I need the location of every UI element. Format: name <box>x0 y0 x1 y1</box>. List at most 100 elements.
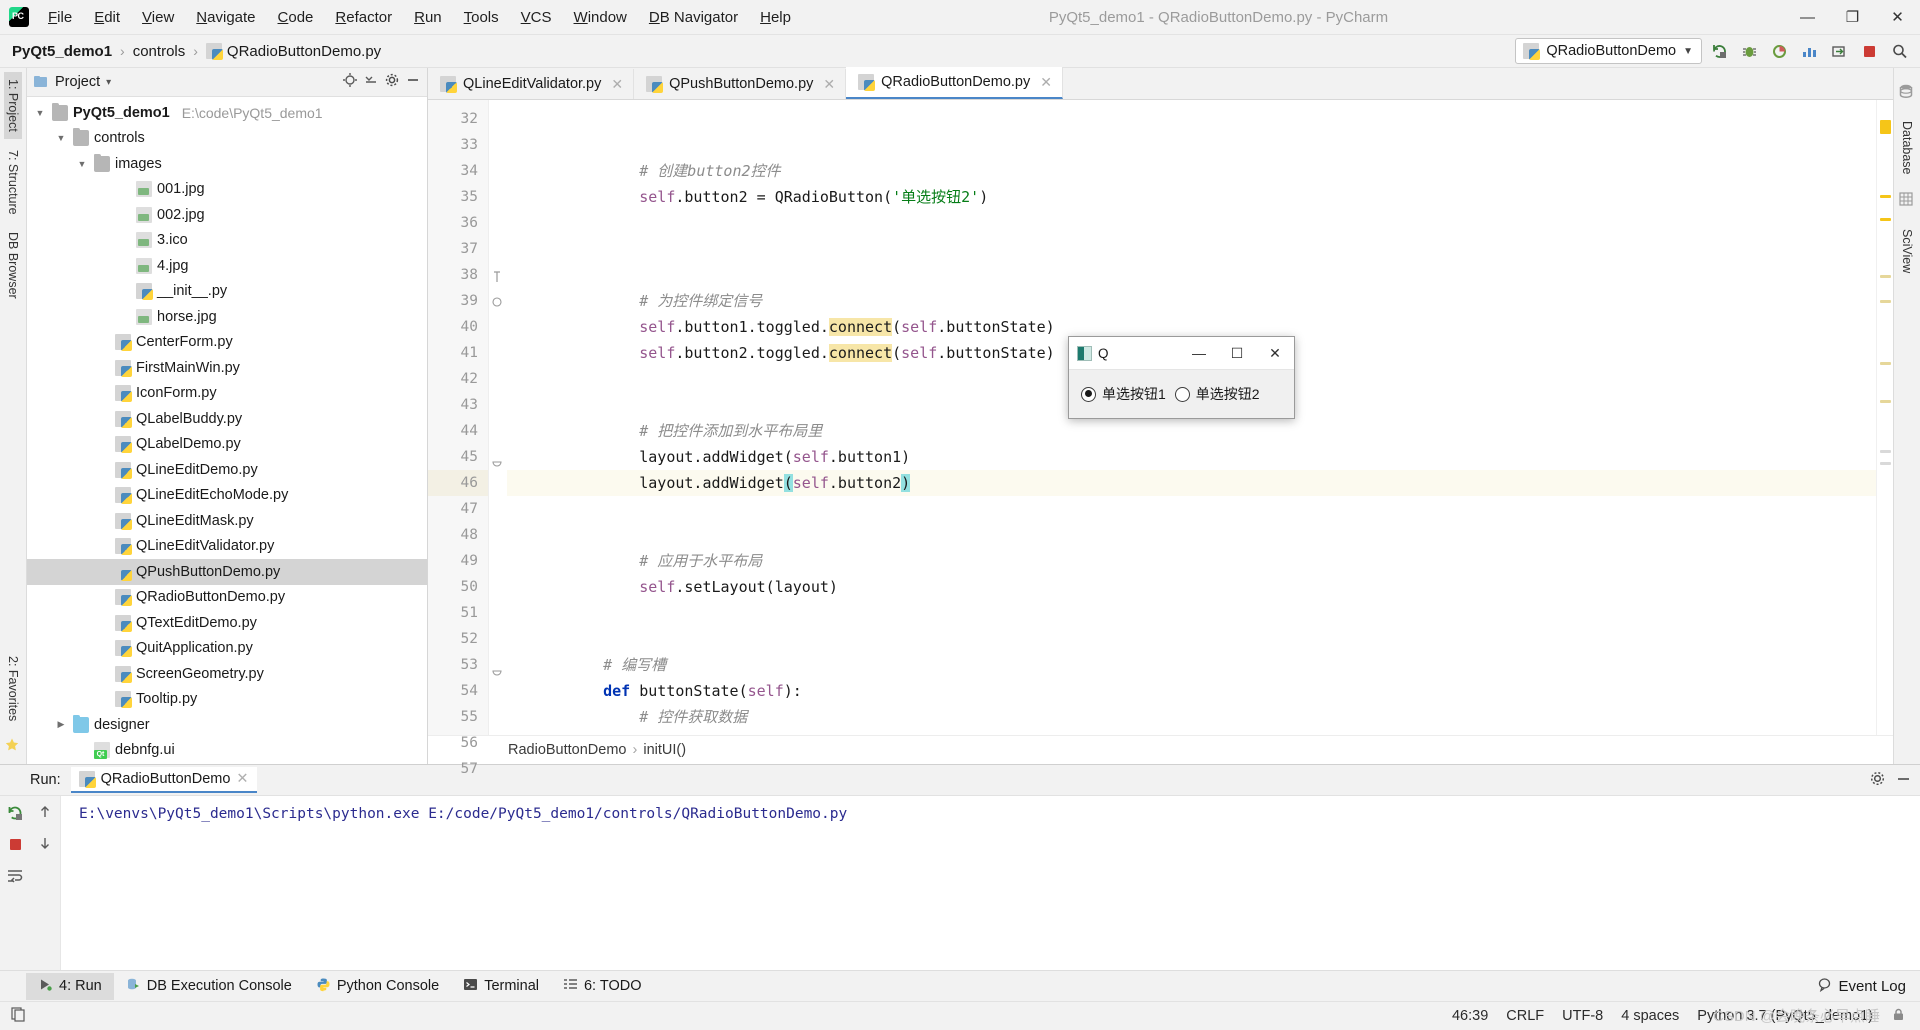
menu-edit[interactable]: Edit <box>83 6 131 29</box>
breadcrumb-class[interactable]: RadioButtonDemo <box>508 742 627 758</box>
code-line[interactable]: layout.addWidget(self.button1) <box>507 444 1876 470</box>
database-icon[interactable] <box>1898 83 1916 101</box>
window-close-button[interactable]: ✕ <box>1875 1 1920 34</box>
code-line[interactable]: radioButton = self.sender() <box>507 730 1876 735</box>
tree-node[interactable]: QLineEditEchoMode.py <box>27 483 427 509</box>
editor-breadcrumb[interactable]: RadioButtonDemo › initUI() <box>428 735 1893 764</box>
sciview-icon[interactable] <box>1898 191 1916 209</box>
tree-node[interactable]: first.py <box>27 763 427 764</box>
tree-node[interactable]: ▼ controls <box>27 126 427 152</box>
tree-node[interactable]: ▶ designer <box>27 712 427 738</box>
tree-node[interactable]: IconForm.py <box>27 381 427 407</box>
breadcrumb-item[interactable]: PyQt5_demo1 <box>8 42 116 61</box>
code-line[interactable]: self.setLayout(layout) <box>507 574 1876 600</box>
analysis-marker[interactable] <box>1880 195 1891 198</box>
code-line[interactable]: # 应用于水平布局 <box>507 548 1876 574</box>
stop-icon[interactable] <box>8 837 23 856</box>
chevron-down-icon[interactable]: ▼ <box>75 157 89 171</box>
file-encoding[interactable]: UTF-8 <box>1562 1008 1603 1024</box>
code-line[interactable] <box>507 210 1876 236</box>
breadcrumb[interactable]: PyQt5_demo1 › controls › QRadioButtonDemo.py <box>8 42 385 61</box>
sidebar-item-db-browser[interactable]: DB Browser <box>4 225 22 306</box>
run-console-output[interactable]: E:\venvs\PyQt5_demo1\Scripts\python.exe … <box>61 796 1920 970</box>
editor-tab[interactable]: QRadioButtonDemo.py ✕ <box>846 67 1063 99</box>
menu-window[interactable]: Window <box>563 6 638 29</box>
copy-icon[interactable] <box>10 1006 26 1026</box>
editor-tab[interactable]: QLineEditValidator.py ✕ <box>428 69 635 99</box>
radio-button-1[interactable]: 单选按钮1 <box>1081 384 1166 404</box>
menu-db-navigator[interactable]: DB Navigator <box>638 6 749 29</box>
sidebar-item-structure[interactable]: 7: Structure <box>4 143 22 222</box>
locate-icon[interactable] <box>342 72 358 92</box>
qt-maximize-button[interactable]: ☐ <box>1218 338 1256 369</box>
menu-tools[interactable]: Tools <box>453 6 510 29</box>
tree-node[interactable]: ScreenGeometry.py <box>27 661 427 687</box>
chevron-right-icon[interactable]: ▶ <box>54 718 68 732</box>
sidebar-item-project[interactable]: 1: Project <box>4 72 22 139</box>
hide-panel-icon[interactable] <box>405 72 421 92</box>
code-line[interactable]: self.button2 = QRadioButton('单选按钮2') <box>507 184 1876 210</box>
analysis-marker[interactable] <box>1880 362 1891 365</box>
tree-node[interactable]: QLabelBuddy.py <box>27 406 427 432</box>
chevron-down-icon[interactable]: ▼ <box>54 131 68 145</box>
tree-node[interactable]: horse.jpg <box>27 304 427 330</box>
tool-window-button-4-run[interactable]: 4: Run <box>26 972 114 1000</box>
tree-node[interactable]: debnfg.ui <box>27 738 427 764</box>
caret-position[interactable]: 46:39 <box>1452 1008 1488 1024</box>
menu-navigate[interactable]: Navigate <box>185 6 266 29</box>
profile-icon[interactable] <box>1796 39 1822 63</box>
code-line[interactable] <box>507 600 1876 626</box>
code-line[interactable] <box>507 106 1876 132</box>
code-line[interactable]: # 控件获取数据 <box>507 704 1876 730</box>
breadcrumb-method[interactable]: initUI() <box>643 742 686 758</box>
menu-code[interactable]: Code <box>267 6 325 29</box>
tree-node[interactable]: __init__.py <box>27 279 427 305</box>
tool-window-button-terminal[interactable]: Terminal <box>451 973 551 1000</box>
code-line[interactable] <box>507 236 1876 262</box>
indent-setting[interactable]: 4 spaces <box>1621 1008 1679 1024</box>
tool-window-button-python-console[interactable]: Python Console <box>304 973 451 1000</box>
tool-window-button-db-execution-console[interactable]: DB Execution Console <box>114 973 304 1000</box>
scroll-up-icon[interactable] <box>37 804 53 824</box>
chevron-down-icon[interactable]: ▼ <box>33 106 47 120</box>
gear-icon[interactable] <box>1869 770 1886 791</box>
analysis-marker[interactable] <box>1880 462 1891 465</box>
tree-node[interactable]: ▼ images <box>27 151 427 177</box>
tree-node[interactable]: 002.jpg <box>27 202 427 228</box>
tree-node[interactable]: 001.jpg <box>27 177 427 203</box>
close-icon[interactable]: ✕ <box>823 76 835 93</box>
code-fold-column[interactable] <box>489 100 507 735</box>
qt-close-button[interactable]: ✕ <box>1256 338 1294 369</box>
menu-view[interactable]: View <box>131 6 185 29</box>
menu-refactor[interactable]: Refactor <box>324 6 403 29</box>
minimize-icon[interactable] <box>1895 770 1912 791</box>
code-line[interactable]: # 为控件绑定信号 <box>507 288 1876 314</box>
close-icon[interactable]: ✕ <box>1040 74 1052 91</box>
code-line[interactable] <box>507 496 1876 522</box>
analysis-marker[interactable] <box>1880 120 1891 134</box>
tree-node[interactable]: QLineEditValidator.py <box>27 534 427 560</box>
close-icon[interactable]: ✕ <box>236 771 248 787</box>
tree-node[interactable]: QLineEditMask.py <box>27 508 427 534</box>
tree-node[interactable]: QTextEditDemo.py <box>27 610 427 636</box>
menu-vcs[interactable]: VCS <box>510 6 563 29</box>
gear-icon[interactable] <box>384 72 400 92</box>
code-line[interactable] <box>507 522 1876 548</box>
analysis-marker[interactable] <box>1880 218 1891 221</box>
scroll-down-icon[interactable] <box>37 835 53 855</box>
soft-wrap-icon[interactable] <box>6 867 24 889</box>
chevron-down-icon[interactable]: ▾ <box>106 77 111 88</box>
code-line[interactable] <box>507 626 1876 652</box>
rerun-icon[interactable] <box>6 804 24 826</box>
analysis-marker[interactable] <box>1880 275 1891 278</box>
tree-node[interactable]: 4.jpg <box>27 253 427 279</box>
sidebar-item-favorites[interactable]: 2: Favorites <box>4 649 22 728</box>
close-icon[interactable]: ✕ <box>611 76 623 93</box>
menu-run[interactable]: Run <box>403 6 453 29</box>
event-log-button[interactable]: Event Log <box>1838 978 1906 995</box>
tree-node[interactable]: Tooltip.py <box>27 687 427 713</box>
breadcrumb-item[interactable]: QRadioButtonDemo.py <box>202 42 385 61</box>
stop-button[interactable] <box>1856 39 1882 63</box>
sidebar-item-database[interactable]: Database <box>1898 114 1916 182</box>
tree-node[interactable]: QLineEditDemo.py <box>27 457 427 483</box>
